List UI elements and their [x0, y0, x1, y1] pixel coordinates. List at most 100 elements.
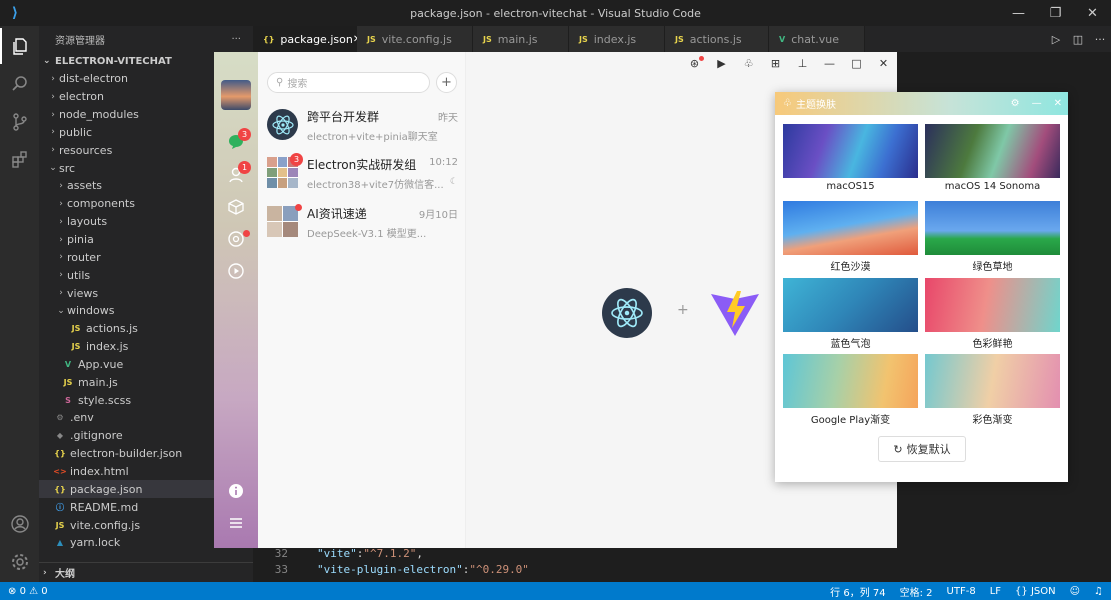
pin-icon[interactable]: ⊥ [789, 57, 816, 70]
tree-item-label: layouts [67, 215, 108, 229]
tab-package-json[interactable]: {}package.json✕ [253, 26, 361, 52]
play-icon[interactable] [226, 261, 246, 281]
vue-file-icon: V [64, 359, 72, 369]
tree-item-label: views [67, 286, 99, 300]
grid-icon[interactable]: ⊞ [762, 57, 789, 70]
conversation-item[interactable]: 跨平台开发群 昨天 electron+vite+pinia聊天室 [258, 105, 466, 153]
search-placeholder: 搜索 [287, 79, 308, 90]
box-icon[interactable] [226, 197, 246, 217]
problems-indicator[interactable]: ⊗ 0 ⚠ 0 [0, 586, 48, 597]
explorer-icon[interactable] [0, 28, 39, 64]
conversation-name: Electron实战研发组 [307, 158, 417, 172]
toolbar-dot [699, 56, 704, 61]
tree-item-label: yarn.lock [70, 536, 121, 550]
shirt-theme-icon[interactable]: ♧ [735, 57, 762, 70]
outline-section[interactable]: › 大纲 [39, 562, 253, 582]
more-actions-icon[interactable]: ··· [231, 34, 241, 45]
chat-unread-badge: 3 [238, 128, 251, 141]
maximize-icon[interactable]: ❐ [1037, 0, 1074, 26]
settings-gear-icon[interactable] [0, 544, 39, 580]
search-input[interactable]: ⚲ 搜索 [267, 72, 430, 93]
html-file-icon: <> [53, 466, 67, 476]
tree-item-label: App.vue [78, 357, 124, 371]
notifications-bell-icon[interactable]: ♫ [1094, 586, 1103, 597]
source-control-icon[interactable] [0, 104, 39, 140]
encoding[interactable]: UTF-8 [947, 586, 976, 597]
line-ending[interactable]: LF [990, 586, 1001, 597]
json-value: "^0.29.0" [469, 562, 529, 576]
theme-thumbnail[interactable] [783, 201, 918, 255]
scss-file-icon: S [65, 395, 71, 405]
explorer-header: 资源管理器 ··· [39, 26, 253, 52]
maximize-icon[interactable]: □ [843, 57, 870, 70]
minimize-icon[interactable]: — [1000, 0, 1037, 26]
error-count: 0 [19, 585, 26, 597]
activity-bar [0, 26, 39, 582]
file-type-icon: JS [579, 34, 588, 44]
indentation[interactable]: 空格: 2 [900, 584, 933, 599]
more-actions-icon[interactable]: ··· [1089, 33, 1111, 46]
minimize-icon[interactable]: — [1032, 98, 1042, 109]
chevron-right-icon: › [51, 127, 55, 138]
theme-thumbnail[interactable] [925, 124, 1060, 178]
line-number: 32 [274, 546, 288, 560]
chevron-right-icon: › [51, 91, 55, 102]
tree-item-label: .env [70, 411, 94, 425]
tree-item-label: src [59, 161, 76, 175]
tree-item-label: public [59, 125, 93, 139]
tab-label: vite.config.js [381, 32, 452, 46]
menu-icon[interactable] [226, 513, 246, 533]
search-icon: ⚲ [276, 77, 284, 88]
braces-icon: {} [1015, 585, 1028, 597]
theme-label: 绿色草地 [972, 262, 1013, 273]
tab-actions-js[interactable]: JS actions.js [665, 26, 769, 52]
contacts-badge: 1 [238, 161, 251, 174]
tab-main-js[interactable]: JS main.js [473, 26, 569, 52]
close-icon[interactable]: ✕ [1074, 0, 1111, 26]
feedback-icon[interactable]: ☺ [1070, 586, 1080, 597]
moments-dot [243, 230, 250, 237]
code-editor[interactable]: 32 "vite": "^7.1.2", 33 "vite-plugin-ele… [253, 545, 897, 582]
add-button[interactable]: + [436, 72, 457, 93]
unread-badge: 3 [290, 153, 303, 166]
play-circle-icon[interactable]: ▶ [708, 57, 735, 70]
chevron-right-icon: › [51, 73, 55, 84]
info-icon[interactable] [226, 481, 246, 501]
tab-chat-vue[interactable]: Vchat.vue [769, 26, 865, 52]
chevron-right-icon: › [59, 270, 63, 281]
tab-index-js[interactable]: JS index.js [569, 26, 665, 52]
conversation-item[interactable]: 3 Electron实战研发组 10:12 electron38+vite7仿微… [258, 153, 466, 201]
theme-label: macOS15 [826, 181, 875, 192]
chevron-down-icon: ⌄ [57, 305, 65, 316]
tab-vite-config-js[interactable]: JS vite.config.js [357, 26, 473, 52]
theme-thumbnail[interactable] [783, 354, 918, 408]
theme-label: 蓝色气泡 [830, 339, 871, 350]
md-file-icon: ⓘ [56, 502, 64, 512]
mute-icon: ☾ [449, 177, 458, 187]
theme-thumbnail[interactable] [925, 201, 1060, 255]
theme-thumbnail[interactable] [783, 278, 918, 332]
conversation-item[interactable]: AI资讯速递 9月10日 DeepSeek-V3.1 模型更... [258, 202, 466, 250]
extensions-icon[interactable] [0, 142, 39, 178]
tree-item-label: vite.config.js [70, 518, 141, 532]
chevron-right-icon: › [59, 216, 63, 227]
settings-gear-icon[interactable]: ⚙ [1011, 98, 1020, 109]
theme-thumbnail[interactable] [925, 278, 1060, 332]
user-avatar[interactable] [221, 80, 251, 110]
minimize-icon[interactable]: — [816, 57, 843, 70]
tree-item-label: utils [67, 268, 91, 282]
theme-thumbnail[interactable] [783, 124, 918, 178]
search-icon[interactable] [0, 66, 39, 102]
reset-default-button[interactable]: ↻ 恢复默认 [878, 436, 966, 462]
split-editor-icon[interactable]: ◫ [1067, 33, 1089, 46]
chevron-right-icon: › [43, 567, 47, 578]
close-icon[interactable]: ✕ [870, 57, 897, 70]
cursor-position[interactable]: 行 6，列 74 [830, 584, 885, 599]
run-icon[interactable]: ▷ [1045, 33, 1067, 46]
theme-thumbnail[interactable] [925, 354, 1060, 408]
account-icon[interactable] [0, 506, 39, 542]
language-mode[interactable]: {} JSON [1015, 586, 1056, 597]
tree-item-label: electron-builder.json [70, 447, 183, 461]
explorer-title: 资源管理器 [55, 35, 105, 47]
close-icon[interactable]: ✕ [1054, 98, 1062, 109]
